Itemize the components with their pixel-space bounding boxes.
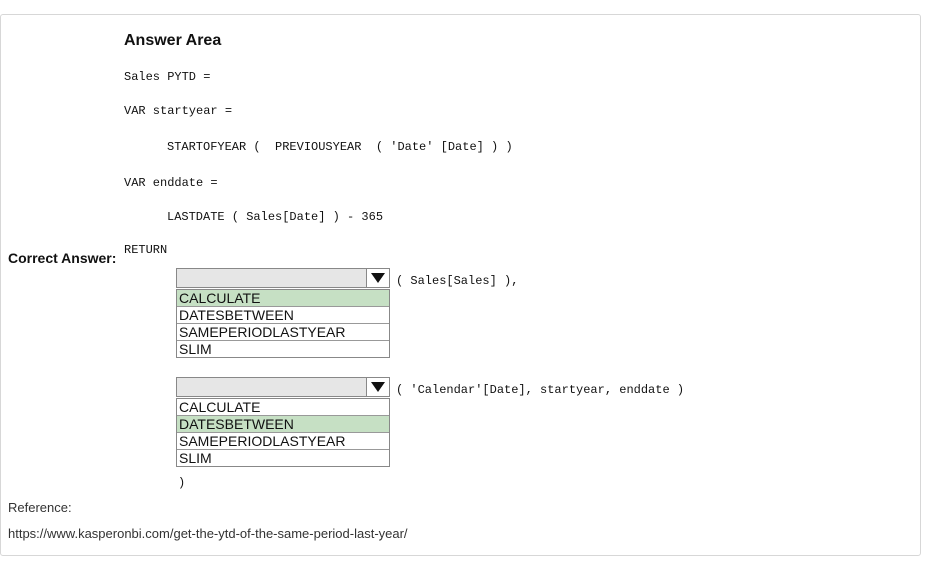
chevron-down-icon (371, 382, 385, 392)
code-after-dropdown-1: ( Sales[Sales] ), (396, 274, 519, 288)
code-line-var-enddate: VAR enddate = (124, 176, 218, 190)
code-line-var-startyear: VAR startyear = (124, 104, 233, 118)
dropdown-2-option-sameperiodlastyear[interactable]: SAMEPERIODLASTYEAR (177, 433, 389, 450)
code-line-startofyear: STARTOFYEAR ( PREVIOUSYEAR ( 'Date' [Dat… (167, 140, 513, 154)
dropdown-1-list: CALCULATE DATESBETWEEN SAMEPERIODLASTYEA… (176, 289, 390, 358)
correct-answer-label: Correct Answer: (8, 250, 117, 266)
dropdown-1-option-sameperiodlastyear[interactable]: SAMEPERIODLASTYEAR (177, 324, 389, 341)
dropdown-1: CALCULATE DATESBETWEEN SAMEPERIODLASTYEA… (176, 268, 390, 358)
code-line-lastdate: LASTDATE ( Sales[Date] ) - 365 (167, 210, 384, 224)
dropdown-1-option-slim[interactable]: SLIM (177, 341, 389, 357)
chevron-down-icon (371, 273, 385, 283)
dropdown-2-arrow[interactable] (366, 378, 389, 396)
dropdown-1-option-datesbetween[interactable]: DATESBETWEEN (177, 307, 389, 324)
reference-link[interactable]: https://www.kasperonbi.com/get-the-ytd-o… (8, 526, 408, 541)
code-line-sales-pytd: Sales PYTD = (124, 70, 211, 84)
dropdown-2-option-datesbetween[interactable]: DATESBETWEEN (177, 416, 389, 433)
dropdown-2: CALCULATE DATESBETWEEN SAMEPERIODLASTYEA… (176, 377, 390, 467)
reference-label: Reference: (8, 500, 72, 515)
dropdown-2-option-calculate[interactable]: CALCULATE (177, 399, 389, 416)
dropdown-2-option-slim[interactable]: SLIM (177, 450, 389, 466)
answer-area-title: Answer Area (124, 32, 222, 49)
dropdown-2-header[interactable] (176, 377, 390, 397)
code-after-dropdown-2: ( 'Calendar'[Date], startyear, enddate ) (396, 383, 685, 397)
code-line-return: RETURN (124, 243, 168, 257)
dropdown-1-header[interactable] (176, 268, 390, 288)
code-closing-paren: ) (178, 476, 186, 490)
dropdown-2-list: CALCULATE DATESBETWEEN SAMEPERIODLASTYEA… (176, 398, 390, 467)
dropdown-1-arrow[interactable] (366, 269, 389, 287)
dropdown-1-option-calculate[interactable]: CALCULATE (177, 290, 389, 307)
